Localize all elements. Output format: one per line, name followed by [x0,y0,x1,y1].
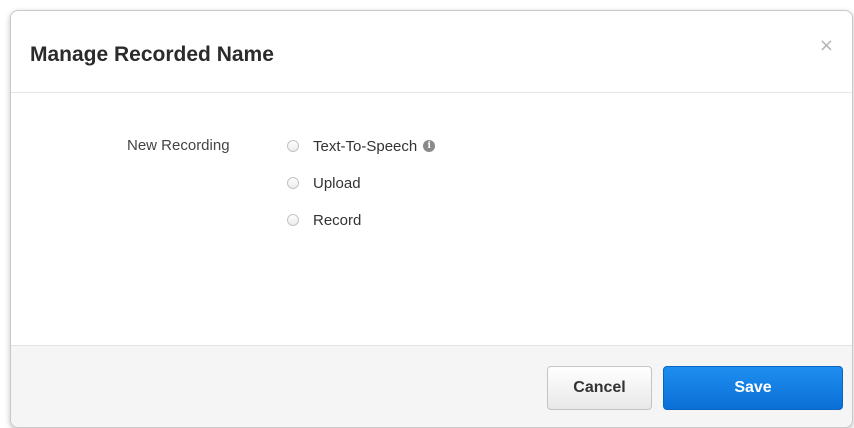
cancel-button[interactable]: Cancel [547,366,652,410]
dialog-title: Manage Recorded Name [30,43,274,66]
radio-option-record[interactable]: Record [287,210,361,230]
radio-option-upload[interactable]: Upload [287,173,361,193]
save-button[interactable]: Save [663,366,843,410]
radio-label: Upload [313,174,361,192]
dialog-header: Manage Recorded Name × [11,11,852,93]
radio-button[interactable] [287,214,299,226]
radio-option-text-to-speech[interactable]: Text-To-Speech i [287,136,436,156]
radio-button[interactable] [287,140,299,152]
info-icon[interactable]: i [423,140,436,152]
radio-label: Record [313,211,362,229]
dialog-body: New Recording Text-To-Speech i Upload Re… [11,93,852,345]
radio-button[interactable] [287,177,299,189]
new-recording-label: New Recording [127,137,230,154]
radio-label: Text-To-Speech [313,137,418,155]
close-button[interactable]: × [815,33,838,58]
manage-recorded-name-dialog: Manage Recorded Name × New Recording Tex… [10,10,853,428]
dialog-footer: Cancel Save [11,345,852,427]
